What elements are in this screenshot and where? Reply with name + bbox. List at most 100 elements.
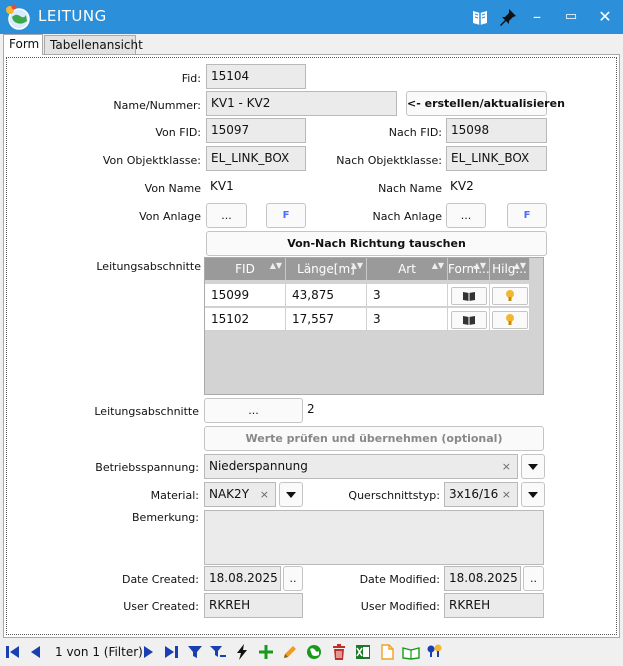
nach-anlage-f-button[interactable]: F: [507, 203, 547, 228]
user-created-label: User Created:: [123, 600, 199, 613]
delete-trash-icon[interactable]: [330, 643, 348, 661]
bulbs-icon[interactable]: [426, 643, 444, 661]
nach-name-value: KV2: [450, 179, 474, 193]
last-record-icon[interactable]: [162, 643, 180, 661]
record-navigation-bar: 1 von 1 (Filter): [0, 638, 623, 666]
window-title: LEITUNG: [38, 7, 107, 25]
leitungsabschnitte-select-button[interactable]: ...: [204, 398, 303, 423]
edit-pencil-icon[interactable]: [281, 643, 299, 661]
add-icon[interactable]: [257, 643, 275, 661]
maximize-button[interactable]: ▭: [559, 7, 583, 27]
nach-anlage-label: Nach Anlage: [372, 210, 442, 223]
nach-anlage-select-button[interactable]: ...: [446, 203, 486, 228]
column-header-laenge[interactable]: Länge[m] ▲▼: [286, 258, 367, 280]
user-created-field[interactable]: RKREH: [204, 593, 303, 618]
nach-objektklasse-field[interactable]: EL_LINK_BOX: [446, 146, 547, 171]
clear-icon[interactable]: ×: [502, 483, 511, 506]
clear-icon[interactable]: ×: [502, 455, 511, 478]
pin-icon[interactable]: [496, 7, 520, 27]
globe-icon[interactable]: [305, 643, 323, 661]
bulb-icon: [506, 314, 514, 325]
book-icon[interactable]: [468, 7, 492, 27]
betriebsspannung-combo[interactable]: Niederspannung ×: [204, 454, 518, 479]
leitungsabschnitte-label: Leitungsabschnitte: [96, 260, 201, 273]
next-record-icon[interactable]: [139, 643, 157, 661]
bemerkung-textarea[interactable]: [204, 510, 544, 565]
globe-app-icon: [6, 4, 30, 30]
material-combo[interactable]: NAK2Y ×: [204, 482, 276, 507]
close-button[interactable]: ✕: [593, 7, 617, 27]
von-name-value: KV1: [210, 179, 234, 193]
title-bar[interactable]: LEITUNG – ▭ ✕: [0, 0, 623, 34]
name-label: Name/Nummer:: [113, 99, 201, 112]
column-header-form[interactable]: Form... ▲▼: [448, 258, 490, 280]
remove-filter-icon[interactable]: [209, 643, 227, 661]
user-modified-label: User Modified:: [360, 600, 440, 613]
row-hilg-button[interactable]: [492, 287, 528, 305]
name-field[interactable]: KV1 - KV2: [206, 91, 397, 116]
column-header-fid[interactable]: FID ▲▼: [205, 258, 286, 280]
tab-tabellenansicht[interactable]: Tabellenansicht: [44, 35, 143, 54]
von-objektklasse-field[interactable]: EL_LINK_BOX: [206, 146, 306, 171]
betriebsspannung-value: Niederspannung: [209, 459, 308, 473]
querschnittstyp-dropdown-button[interactable]: [521, 482, 545, 507]
fid-label: Fid:: [181, 72, 201, 85]
material-label: Material:: [150, 489, 199, 502]
querschnittstyp-value: 3x16/16: [449, 487, 499, 501]
lightning-icon[interactable]: [233, 643, 251, 661]
row-form-button[interactable]: [451, 287, 487, 305]
swap-direction-button[interactable]: Von-Nach Richtung tauschen: [206, 231, 547, 256]
filter-icon[interactable]: [186, 643, 204, 661]
nach-fid-label: Nach FID:: [388, 126, 442, 139]
date-modified-label: Date Modified:: [359, 573, 440, 586]
date-created-picker-button[interactable]: ..: [283, 566, 303, 591]
date-created-field[interactable]: 18.08.2025 09: [204, 566, 281, 591]
minimize-button[interactable]: –: [525, 7, 549, 27]
betriebsspannung-label: Betriebsspannung:: [95, 461, 199, 474]
date-modified-field[interactable]: 18.08.2025 09: [444, 566, 521, 591]
open-book-icon[interactable]: [402, 643, 420, 661]
von-objektklasse-label: Von Objektklasse:: [102, 154, 201, 167]
tab-form[interactable]: Form: [3, 34, 43, 55]
first-record-icon[interactable]: [4, 643, 22, 661]
von-anlage-select-button[interactable]: ...: [206, 203, 247, 228]
von-anlage-f-button[interactable]: F: [266, 203, 306, 228]
document-icon[interactable]: [378, 643, 396, 661]
date-modified-picker-button[interactable]: ..: [523, 566, 544, 591]
pager-status: 1 von 1 (Filter): [55, 645, 143, 659]
von-anlage-label: Von Anlage: [139, 210, 201, 223]
leitungsabschnitte-grid: FID ▲▼ Länge[m] ▲▼ Art ▲▼ Form... ▲▼ Hilg...…: [204, 257, 544, 395]
material-dropdown-button[interactable]: [279, 482, 303, 507]
table-cell-art[interactable]: 3: [367, 308, 448, 331]
querschnittstyp-combo[interactable]: 3x16/16 ×: [444, 482, 518, 507]
von-fid-field[interactable]: 15097: [206, 118, 306, 143]
excel-export-icon[interactable]: [354, 643, 372, 661]
table-cell-fid[interactable]: 15099: [205, 284, 286, 307]
column-header-hilg[interactable]: Hilg... ▲▼: [490, 258, 530, 280]
bulb-icon: [506, 290, 514, 301]
book-icon: [463, 292, 475, 301]
column-header-art[interactable]: Art ▲▼: [367, 258, 448, 280]
bemerkung-label: Bemerkung:: [132, 511, 199, 524]
table-cell-laenge[interactable]: 43,875: [286, 284, 367, 307]
table-cell-laenge[interactable]: 17,557: [286, 308, 367, 331]
table-cell-fid[interactable]: 15102: [205, 308, 286, 331]
fid-field[interactable]: 15104: [206, 64, 306, 89]
clear-icon[interactable]: ×: [260, 483, 269, 506]
betriebsspannung-dropdown-button[interactable]: [521, 454, 545, 479]
check-values-button[interactable]: Werte prüfen und übernehmen (optional): [204, 426, 544, 451]
nach-name-label: Nach Name: [378, 182, 442, 195]
previous-record-icon[interactable]: [27, 643, 45, 661]
row-form-button[interactable]: [451, 311, 487, 329]
row-hilg-button[interactable]: [492, 311, 528, 329]
nach-fid-field[interactable]: 15098: [446, 118, 547, 143]
von-name-label: Von Name: [144, 182, 201, 195]
von-fid-label: Von FID:: [155, 126, 201, 139]
querschnittstyp-label: Querschnittstyp:: [348, 489, 440, 502]
book-icon: [463, 316, 475, 325]
nach-objektklasse-label: Nach Objektklasse:: [336, 154, 442, 167]
create-update-button[interactable]: <- erstellen/aktualisieren: [406, 91, 565, 116]
user-modified-field[interactable]: RKREH: [444, 593, 544, 618]
leitungsabschnitte2-label: Leitungsabschnitte: [94, 405, 199, 418]
table-cell-art[interactable]: 3: [367, 284, 448, 307]
